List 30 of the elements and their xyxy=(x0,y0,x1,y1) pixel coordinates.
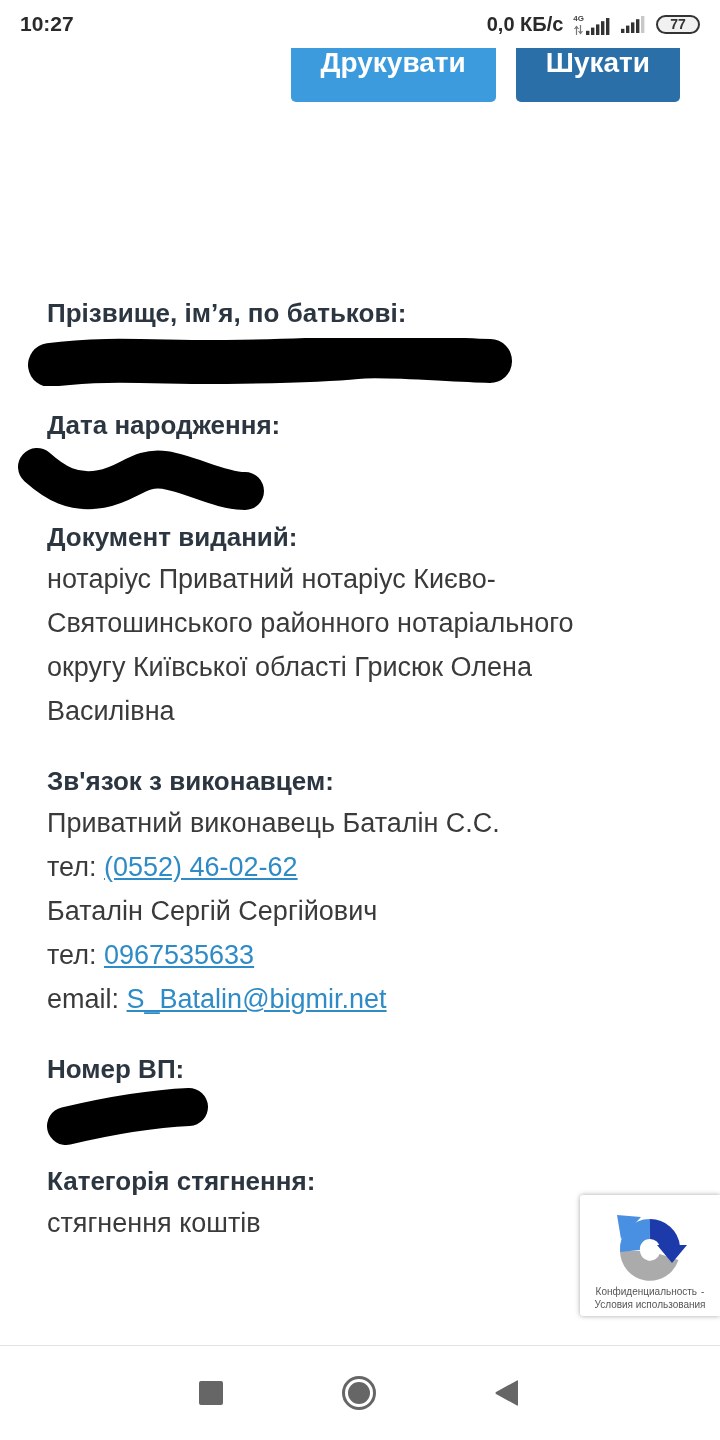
contact-line: Баталін Сергій Сергійович xyxy=(47,895,378,928)
field-label: Прізвище, ім’я, по батькові: xyxy=(47,297,407,330)
contact-link[interactable]: S_Batalin@bigmir.net xyxy=(126,984,387,1014)
field-label: Дата народження: xyxy=(47,409,281,442)
contact-line: Приватний виконавець Баталін С.С. xyxy=(47,807,500,840)
battery-indicator: 77 xyxy=(656,14,700,34)
privacy-link[interactable]: Конфиденциальность xyxy=(595,1285,698,1298)
field-value: нотаріус Приватний нотаріус Києво-Святошинського районного нотаріального округу Київської області Грисюк Олена Василівна xyxy=(47,563,575,728)
home-icon[interactable] xyxy=(342,1376,376,1410)
field-label: Документ виданий: xyxy=(47,521,298,554)
print-button[interactable]: Друкувати xyxy=(290,48,496,102)
field-label: Категорія стягнення: xyxy=(47,1165,316,1198)
signal-icon xyxy=(586,17,611,35)
contact-line: тел: (0552) 46-02-62 xyxy=(47,851,298,884)
contact-link[interactable]: 0967535633 xyxy=(103,940,255,970)
field-label: Номер ВП: xyxy=(47,1053,185,1086)
terms-link[interactable]: Условия использования xyxy=(594,1298,706,1311)
contact-link[interactable]: (0552) 46-02-62 xyxy=(103,852,298,882)
link-separator: - xyxy=(701,1285,705,1298)
data-arrows-icon xyxy=(574,24,584,35)
signal-icon xyxy=(621,15,646,33)
network-speed: 0,0 КБ/с xyxy=(486,12,564,36)
back-icon[interactable] xyxy=(495,1380,518,1406)
search-button[interactable]: Шукати xyxy=(515,48,680,102)
field-value: стягнення коштів xyxy=(47,1207,261,1240)
clock: 10:27 xyxy=(20,12,74,36)
field-label: Зв'язок з виконавцем: xyxy=(47,765,334,798)
network-type: 4G xyxy=(573,13,584,23)
contact-line: email: S_Batalin@bigmir.net xyxy=(47,983,387,1016)
contact-line: тел: 0967535633 xyxy=(47,939,255,972)
